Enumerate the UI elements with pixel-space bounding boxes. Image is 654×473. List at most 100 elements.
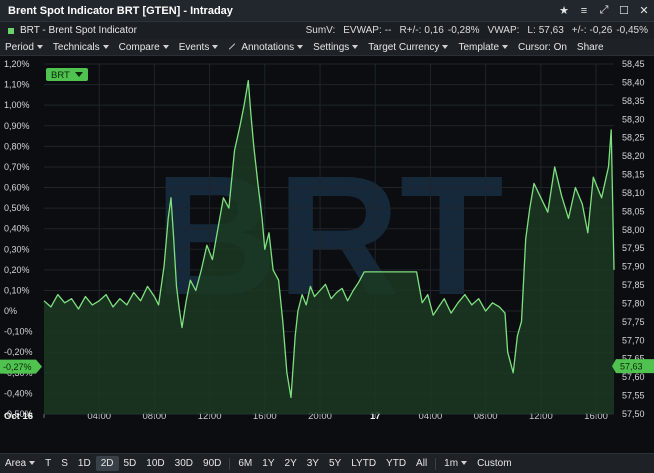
range-button-1d[interactable]: 1D: [73, 458, 96, 469]
menu-technicals[interactable]: Technicals: [48, 42, 114, 53]
chevron-down-icon: [29, 461, 36, 466]
range-button-2d[interactable]: 2D: [95, 456, 119, 471]
left-axis-tick: -0,40%: [4, 388, 33, 398]
sumv-label: SumV:: [305, 25, 336, 36]
chart-menu-bar: Period Technicals Compare Events Annotat…: [0, 39, 654, 56]
left-axis-tick: 0,70%: [4, 162, 30, 172]
right-axis-tick: 57,95: [622, 243, 645, 253]
app-window: Brent Spot Indicator BRT [GTEN] - Intrad…: [0, 0, 654, 473]
menu-cursor[interactable]: Cursor: On: [513, 42, 572, 53]
chart-type-select[interactable]: Area: [0, 458, 40, 469]
left-axis-tick: -0,10%: [4, 327, 33, 337]
menu-target-currency[interactable]: Target Currency: [363, 42, 453, 53]
window-title: Brent Spot Indicator BRT [GTEN] - Intrad…: [8, 4, 233, 17]
left-axis-tick: 0,60%: [4, 183, 30, 193]
right-axis-tick: 57,50: [622, 409, 645, 419]
chg-value: -0,26: [589, 25, 613, 36]
right-axis-tick: 58,45: [622, 59, 645, 69]
x-axis-tick: Oct 16: [4, 411, 33, 422]
chart-canvas[interactable]: BRT 1,20% 1,10% 1,00% 0,90% 0,80% 0,70% 0,60% 0,…: [0, 56, 654, 425]
right-axis-tick: 58,15: [622, 170, 645, 180]
divider: [229, 457, 231, 470]
left-axis-tick: -0,20%: [4, 347, 33, 357]
symbol-label: BRT - Brent Spot Indicator: [20, 25, 137, 36]
range-toolbar: Area T S 1D 2D 5D 10D 30D 90D 6M 1Y 2Y 3Y 5Y LYTD YT…: [0, 453, 654, 473]
symbol-color-swatch: [8, 27, 14, 34]
right-axis-tick: 58,10: [622, 188, 645, 198]
range-button-6m[interactable]: 6M: [233, 458, 257, 469]
chart-type-s[interactable]: S: [56, 458, 73, 469]
right-axis-tick: 57,70: [622, 335, 645, 345]
evwap-value: --: [384, 25, 392, 36]
custom-range-button[interactable]: Custom: [472, 458, 516, 469]
menu-template[interactable]: Template: [453, 42, 513, 53]
range-button-5y[interactable]: 5Y: [324, 458, 346, 469]
range-button-1y[interactable]: 1Y: [257, 458, 279, 469]
right-axis-tick: 58,35: [622, 96, 645, 106]
chevron-down-icon: [102, 44, 109, 49]
left-value-marker-label: -0,27%: [3, 362, 32, 372]
chevron-down-icon: [502, 44, 509, 49]
pencil-icon: [229, 43, 236, 51]
range-buttons: 1D 2D 5D 10D 30D 90D 6M 1Y 2Y 3Y 5Y LYTD YTD All: [73, 456, 432, 471]
right-axis-tick: 58,05: [622, 206, 645, 216]
left-axis-tick: 0,80%: [4, 141, 30, 151]
left-axis-tick: 0,30%: [4, 244, 30, 254]
divider: [435, 457, 437, 470]
star-icon[interactable]: ★: [554, 4, 574, 17]
chg-label: +/-:: [571, 25, 587, 36]
symbol-info: BRT - Brent Spot Indicator: [0, 25, 298, 36]
left-axis-tick: 0%: [4, 306, 17, 316]
range-button-all[interactable]: All: [411, 458, 432, 469]
menu-settings[interactable]: Settings: [308, 42, 363, 53]
evwap-label: EVWAP:: [343, 25, 382, 36]
detach-icon[interactable]: ⤢: [594, 4, 614, 17]
rchg-pct: -0,28%: [447, 25, 480, 36]
right-axis-tick: 57,75: [622, 317, 645, 327]
range-button-lytd[interactable]: LYTD: [346, 458, 381, 469]
left-axis-tick: 1,10%: [4, 80, 30, 90]
menu-events[interactable]: Events: [174, 42, 224, 53]
right-axis-tick: 58,25: [622, 133, 645, 143]
chevron-down-icon: [442, 44, 449, 49]
menu-compare[interactable]: Compare: [114, 42, 174, 53]
close-icon[interactable]: ✕: [634, 4, 654, 17]
maximize-icon[interactable]: ☐: [614, 4, 634, 17]
left-axis-tick: 0,40%: [4, 224, 30, 234]
interval-select[interactable]: 1m: [439, 458, 472, 469]
last-value: 57,63: [538, 25, 564, 36]
menu-annotations[interactable]: Annotations: [223, 42, 308, 53]
menu-share[interactable]: Share: [572, 42, 609, 53]
left-axis-tick: 0,90%: [4, 121, 30, 131]
right-axis-tick: 57,90: [622, 262, 645, 272]
right-value-marker-label: 57,63: [620, 362, 643, 372]
range-button-30d[interactable]: 30D: [170, 458, 198, 469]
menu-icon[interactable]: ≡: [574, 5, 594, 17]
chevron-down-icon: [297, 44, 304, 49]
left-axis-tick: 0,20%: [4, 265, 30, 275]
symbol-tag-label: BRT: [51, 70, 70, 81]
right-axis-tick: 58,20: [622, 151, 645, 161]
chevron-down-icon: [36, 44, 43, 49]
range-button-2y[interactable]: 2Y: [280, 458, 302, 469]
right-axis-tick: 57,85: [622, 280, 645, 290]
chevron-down-icon: [461, 461, 468, 466]
right-axis-tick: 58,30: [622, 114, 645, 124]
chevron-down-icon: [162, 44, 169, 49]
range-button-5d[interactable]: 5D: [119, 458, 142, 469]
right-axis-tick: 58,40: [622, 77, 645, 87]
price-chart[interactable]: BRT 1,20% 1,10% 1,00% 0,90% 0,80% 0,70% 0,60% 0,…: [0, 56, 654, 425]
last-label: L:: [527, 25, 536, 36]
range-button-ytd[interactable]: YTD: [381, 458, 411, 469]
range-button-10d[interactable]: 10D: [141, 458, 169, 469]
right-axis-tick: 58,00: [622, 225, 645, 235]
rchg-label: R+/-:: [399, 25, 422, 36]
right-axis-tick: 57,80: [622, 298, 645, 308]
left-axis-tick: 1,00%: [4, 100, 30, 110]
chg-pct: -0,45%: [616, 25, 648, 36]
menu-period[interactable]: Period: [0, 42, 48, 53]
range-button-3y[interactable]: 3Y: [302, 458, 324, 469]
chart-type-t[interactable]: T: [40, 458, 56, 469]
range-button-90d[interactable]: 90D: [198, 458, 226, 469]
right-axis-tick: 57,55: [622, 391, 645, 401]
